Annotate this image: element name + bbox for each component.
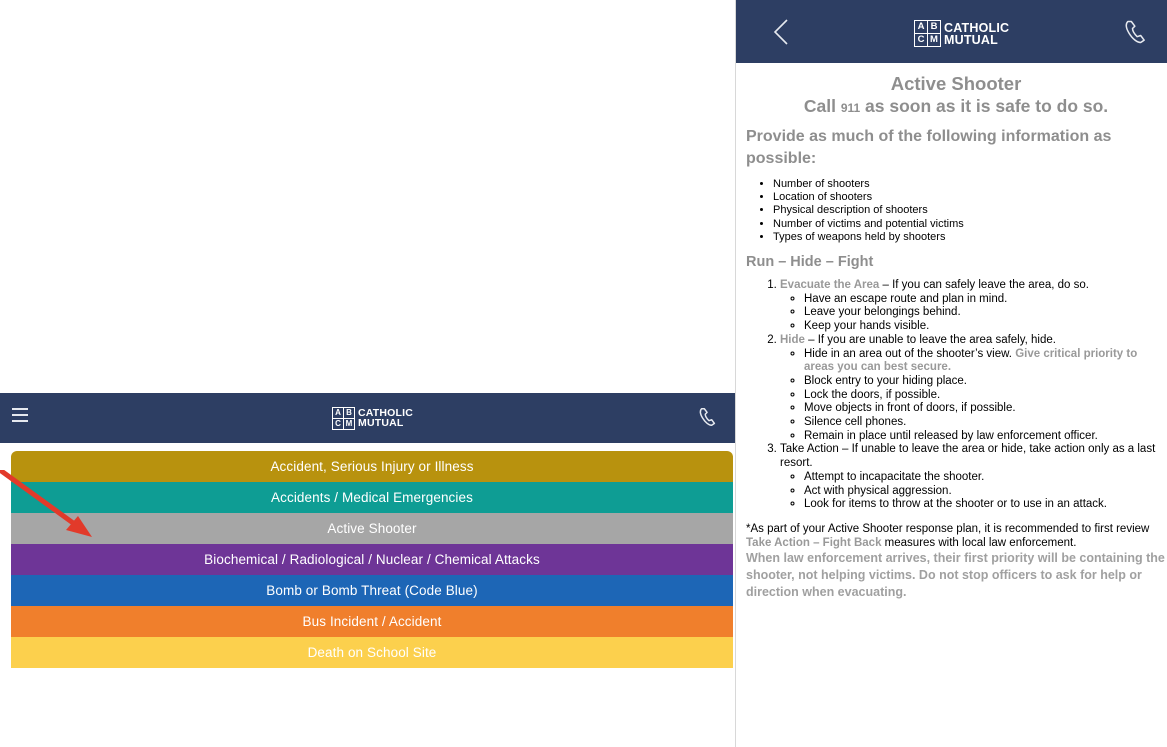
plan-note: *As part of your Active Shooter response… <box>746 522 1150 549</box>
category-button[interactable]: Accidents / Medical Emergencies <box>11 482 733 513</box>
list-item: Block entry to your hiding place. <box>804 375 1166 389</box>
law-enforcement-note: When law enforcement arrives, their firs… <box>746 550 1165 599</box>
list-item: Number of victims and potential victims <box>773 218 1166 231</box>
list-item: Move objects in front of doors, if possi… <box>804 402 1166 416</box>
list-item: Look for items to throw at the shooter o… <box>804 498 1166 512</box>
category-button[interactable]: Accident, Serious Injury or Illness <box>11 451 733 482</box>
list-item: Types of weapons held by shooters <box>773 231 1166 244</box>
back-chevron-icon[interactable] <box>772 18 790 46</box>
phone-icon[interactable] <box>1122 18 1150 46</box>
left-app-screen: ABCM CATHOLIC MUTUAL Accident, Serious In… <box>0 393 745 747</box>
left-app-header: ABCM CATHOLIC MUTUAL <box>0 393 745 443</box>
category-button[interactable]: Bomb or Bomb Threat (Code Blue) <box>11 575 733 606</box>
list-item: Silence cell phones. <box>804 416 1166 430</box>
emergency-category-list: Accident, Serious Injury or Illness Accid… <box>11 451 733 668</box>
category-button[interactable]: Active Shooter <box>11 513 733 544</box>
response-steps: Evacuate the Area – If you can safely le… <box>746 279 1166 512</box>
step-take-action: Take Action – If unable to leave the are… <box>780 443 1166 512</box>
info-list: Number of shootersLocation of shootersPh… <box>746 178 1166 244</box>
category-button[interactable]: Bus Incident / Accident <box>11 606 733 637</box>
step-evacuate: Evacuate the Area – If you can safely le… <box>780 279 1166 334</box>
active-shooter-content: Active Shooter Call 911 as soon as it is… <box>746 72 1166 601</box>
catholic-mutual-logo: ABCM CATHOLIC MUTUAL <box>332 406 413 430</box>
list-item: Location of shooters <box>773 191 1166 204</box>
hamburger-menu-icon[interactable] <box>12 408 28 422</box>
catholic-mutual-logo: ABCM CATHOLIC MUTUAL <box>914 20 1009 47</box>
list-item: Have an escape route and plan in mind. <box>804 293 1166 307</box>
red-arrow-pointer <box>0 470 92 537</box>
phone-icon[interactable] <box>697 405 719 429</box>
list-item: Remain in place until released by law en… <box>804 430 1166 444</box>
list-item: Physical description of shooters <box>773 204 1166 217</box>
run-hide-fight-heading: Run – Hide – Fight <box>746 254 874 271</box>
list-item: Hide in an area out of the shooter’s vie… <box>804 348 1166 375</box>
list-item: Lock the doors, if possible. <box>804 389 1166 403</box>
step-hide: Hide – If you are unable to leave the ar… <box>780 334 1166 444</box>
list-item: Leave your belongings behind. <box>804 306 1166 320</box>
right-app-screen: ABCM CATHOLIC MUTUAL Active Shooter Call … <box>735 0 1167 747</box>
list-item: Act with physical aggression. <box>804 485 1166 499</box>
list-item: Number of shooters <box>773 178 1166 191</box>
info-lead: Provide as much of the following informa… <box>746 128 1112 167</box>
right-app-header: ABCM CATHOLIC MUTUAL <box>736 0 1167 63</box>
list-item: Keep your hands visible. <box>804 320 1166 334</box>
page-title: Active Shooter <box>890 73 1022 94</box>
category-button[interactable]: Death on School Site <box>11 637 733 668</box>
category-button[interactable]: Biochemical / Radiological / Nuclear / C… <box>11 544 733 575</box>
list-item: Attempt to incapacitate the shooter. <box>804 471 1166 485</box>
call-instruction: Call 911 as soon as it is safe to do so. <box>803 96 1109 116</box>
